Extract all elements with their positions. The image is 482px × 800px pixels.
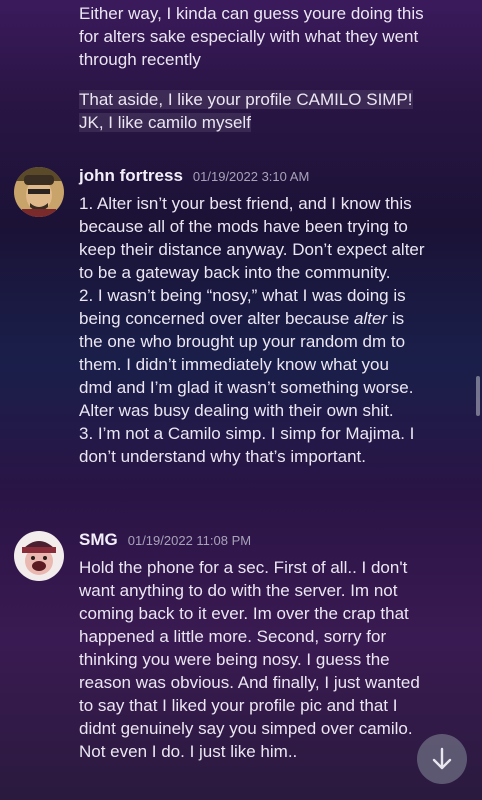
message-line: JK, I like camilo myself xyxy=(79,113,251,132)
message-line: because all of the mods have been trying… xyxy=(79,217,408,236)
message-line: happened a little more. Second, sorry fo… xyxy=(79,627,387,646)
message-line: reason was obvious. And finally, I just … xyxy=(79,673,420,692)
timestamp: 01/19/2022 11:08 PM xyxy=(127,533,252,548)
message-header: john fortress 01/19/2022 3:10 AM xyxy=(79,166,309,186)
message-line: keep their distance anyway. Don’t expect… xyxy=(79,240,425,259)
message-line: didnt genuinely say you simped over cami… xyxy=(79,719,413,738)
arrow-down-icon xyxy=(432,747,452,770)
message-body: Hold the phone for a sec. First of all..… xyxy=(79,556,468,763)
message-line: to say that I liked your profile pic and… xyxy=(79,696,398,715)
scrollbar-thumb[interactable] xyxy=(476,376,480,416)
continuation-message-highlighted: That aside, I like your profile CAMILO S… xyxy=(79,88,468,134)
message-line: That aside, I like your profile CAMILO S… xyxy=(79,90,413,109)
username[interactable]: john fortress xyxy=(79,166,183,186)
message-line: them. I didn’t immediately know what you xyxy=(79,355,389,374)
message-line: coming back to it ever. Im over the crap… xyxy=(79,604,409,623)
italic-text: alter xyxy=(354,309,388,328)
message-line: Alter was busy dealing with their own sh… xyxy=(79,401,394,420)
message-line: the one who brought up your random dm to xyxy=(79,332,406,351)
timestamp: 01/19/2022 3:10 AM xyxy=(192,169,310,184)
avatar-smg[interactable] xyxy=(14,531,64,581)
message-line: Not even I do. I just like him.. xyxy=(79,742,298,761)
avatar-john-fortress[interactable] xyxy=(14,167,64,217)
message-line: 2. I wasn’t being “nosy,” what I was doi… xyxy=(79,286,406,305)
message-line: want anything to do with the server. Im … xyxy=(79,581,398,600)
message-line: for alters sake especially with what the… xyxy=(79,27,419,46)
continuation-message: Either way, I kinda can guess youre doin… xyxy=(79,2,468,71)
message-line: 1. Alter isn’t your best friend, and I k… xyxy=(79,194,412,213)
message-line: 3. I’m not a Camilo simp. I simp for Maj… xyxy=(79,424,415,443)
scroll-to-bottom-button[interactable] xyxy=(417,734,467,784)
message-line: through recently xyxy=(79,50,201,69)
message-line: Hold the phone for a sec. First of all..… xyxy=(79,558,408,577)
message-line: to be a gateway back into the community. xyxy=(79,263,391,282)
message-line: dmd and I’m glad it wasn’t something wor… xyxy=(79,378,414,397)
message-line: don’t understand why that’s important. xyxy=(79,447,366,466)
message-line: thinking you were being nosy. I guess th… xyxy=(79,650,390,669)
message-header: SMG 01/19/2022 11:08 PM xyxy=(79,530,251,550)
message-line: Either way, I kinda can guess youre doin… xyxy=(79,4,424,23)
message-body: 1. Alter isn’t your best friend, and I k… xyxy=(79,192,468,468)
message-line: being concerned over alter because alter… xyxy=(79,309,405,328)
username[interactable]: SMG xyxy=(79,530,118,550)
